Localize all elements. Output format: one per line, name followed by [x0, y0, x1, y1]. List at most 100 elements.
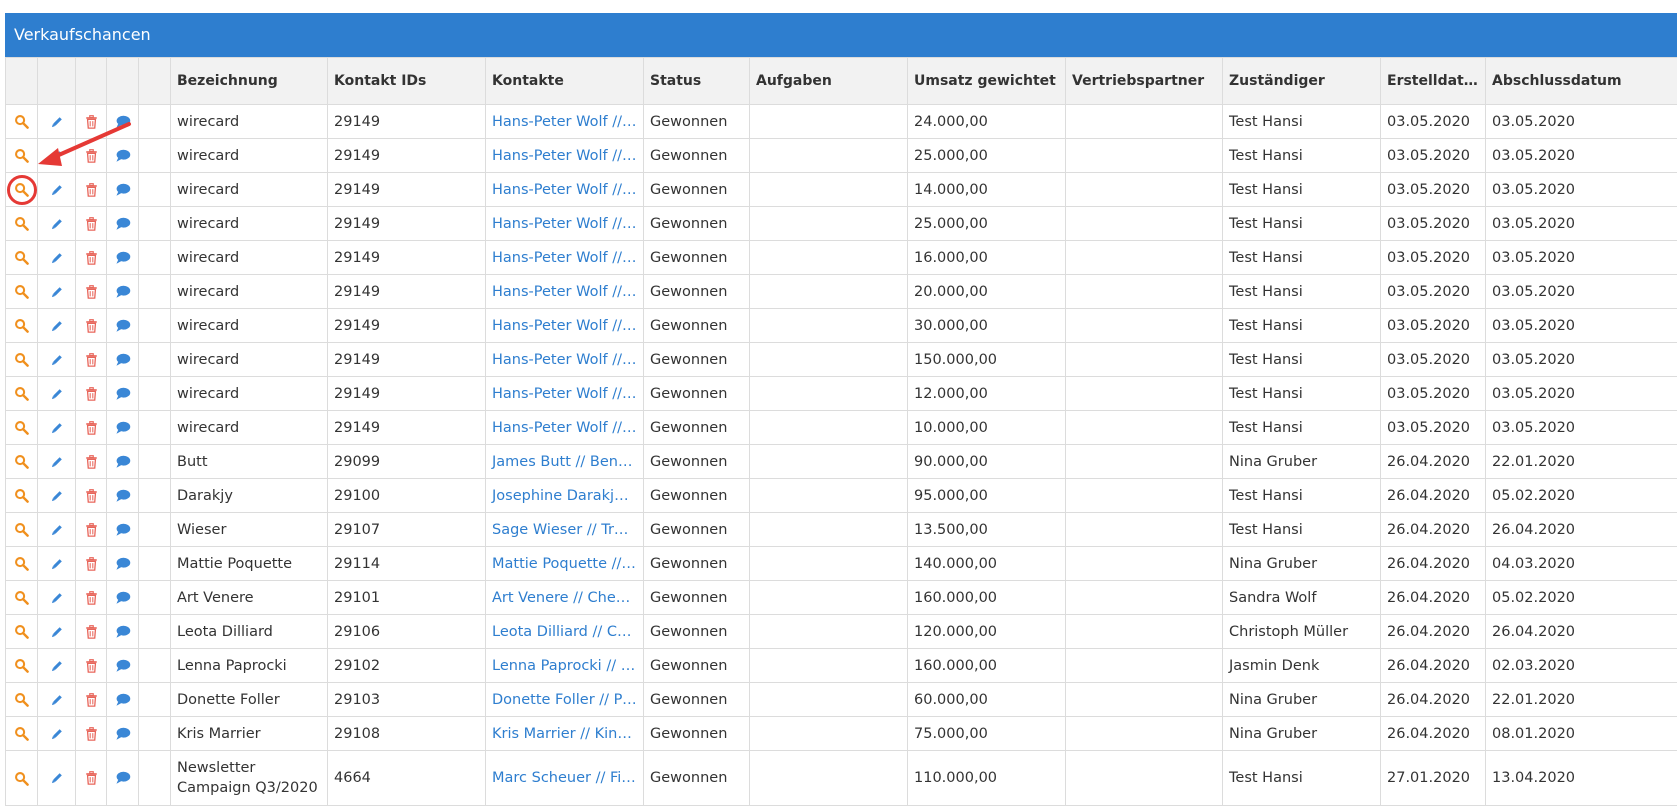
- speech-bubble-icon[interactable]: [115, 625, 131, 639]
- contacts-link[interactable]: Hans-Peter Wolf // Firma: [485, 308, 644, 343]
- view-button[interactable]: [5, 444, 38, 479]
- speech-bubble-icon[interactable]: [115, 353, 131, 367]
- comment-button[interactable]: [106, 240, 139, 275]
- contacts-link[interactable]: Donette Foller // Printing: [485, 682, 644, 717]
- view-button[interactable]: [5, 580, 38, 615]
- speech-bubble-icon[interactable]: [115, 149, 131, 163]
- edit-button[interactable]: [37, 750, 76, 806]
- trash-icon[interactable]: [85, 216, 98, 231]
- pencil-icon[interactable]: [50, 557, 64, 571]
- delete-button[interactable]: [75, 342, 107, 377]
- edit-button[interactable]: [37, 274, 76, 309]
- pencil-icon[interactable]: [50, 489, 64, 503]
- speech-bubble-icon[interactable]: [115, 455, 131, 469]
- contacts-link[interactable]: Hans-Peter Wolf // Firma: [485, 138, 644, 173]
- contacts-link[interactable]: Hans-Peter Wolf // Firma: [485, 104, 644, 139]
- contacts-link[interactable]: Hans-Peter Wolf // Firma: [485, 172, 644, 207]
- edit-button[interactable]: [37, 308, 76, 343]
- edit-button[interactable]: [37, 104, 76, 139]
- comment-button[interactable]: [106, 648, 139, 683]
- pencil-icon[interactable]: [50, 771, 64, 785]
- magnifier-icon[interactable]: [14, 386, 29, 401]
- pencil-icon[interactable]: [50, 659, 64, 673]
- delete-button[interactable]: [75, 274, 107, 309]
- magnifier-icon[interactable]: [14, 522, 29, 537]
- view-button[interactable]: [5, 376, 38, 411]
- delete-button[interactable]: [75, 206, 107, 241]
- contacts-link[interactable]: Hans-Peter Wolf // Firma: [485, 274, 644, 309]
- trash-icon[interactable]: [85, 692, 98, 707]
- view-button[interactable]: [5, 274, 38, 309]
- pencil-icon[interactable]: [50, 625, 64, 639]
- comment-button[interactable]: [106, 750, 139, 806]
- delete-button[interactable]: [75, 240, 107, 275]
- speech-bubble-icon[interactable]: [115, 387, 131, 401]
- pencil-icon[interactable]: [50, 251, 64, 265]
- magnifier-icon[interactable]: [14, 250, 29, 265]
- trash-icon[interactable]: [85, 590, 98, 605]
- pencil-icon[interactable]: [50, 149, 64, 163]
- delete-button[interactable]: [75, 444, 107, 479]
- view-button[interactable]: [5, 682, 38, 717]
- contacts-link[interactable]: Josephine Darakjy // Chanay: [485, 478, 644, 513]
- trash-icon[interactable]: [85, 556, 98, 571]
- column-header[interactable]: Zuständiger: [1222, 57, 1381, 105]
- view-button[interactable]: [5, 750, 38, 806]
- column-header[interactable]: Kontakte: [485, 57, 644, 105]
- speech-bubble-icon[interactable]: [115, 659, 131, 673]
- view-button[interactable]: [5, 206, 38, 241]
- delete-button[interactable]: [75, 750, 107, 806]
- delete-button[interactable]: [75, 104, 107, 139]
- column-header[interactable]: Abschlussdatum: [1485, 57, 1677, 105]
- trash-icon[interactable]: [85, 771, 98, 785]
- delete-button[interactable]: [75, 308, 107, 343]
- comment-button[interactable]: [106, 342, 139, 377]
- view-button[interactable]: [5, 410, 38, 445]
- contacts-link[interactable]: Hans-Peter Wolf // Firma: [485, 342, 644, 377]
- contacts-link[interactable]: Sage Wieser // Truhlar And: [485, 512, 644, 547]
- trash-icon[interactable]: [85, 454, 98, 469]
- delete-button[interactable]: [75, 580, 107, 615]
- edit-button[interactable]: [37, 512, 76, 547]
- comment-button[interactable]: [106, 376, 139, 411]
- column-header[interactable]: Kontakt IDs: [327, 57, 486, 105]
- trash-icon[interactable]: [85, 148, 98, 163]
- view-button[interactable]: [5, 308, 38, 343]
- trash-icon[interactable]: [85, 658, 98, 673]
- contacts-link[interactable]: Mattie Poquette // Century: [485, 546, 644, 581]
- view-button[interactable]: [5, 172, 38, 207]
- comment-button[interactable]: [106, 274, 139, 309]
- speech-bubble-icon[interactable]: [115, 251, 131, 265]
- edit-button[interactable]: [37, 172, 76, 207]
- view-button[interactable]: [5, 138, 38, 173]
- edit-button[interactable]: [37, 580, 76, 615]
- delete-button[interactable]: [75, 716, 107, 751]
- comment-button[interactable]: [106, 580, 139, 615]
- view-button[interactable]: [5, 512, 38, 547]
- speech-bubble-icon[interactable]: [115, 727, 131, 741]
- trash-icon[interactable]: [85, 420, 98, 435]
- edit-button[interactable]: [37, 206, 76, 241]
- magnifier-icon[interactable]: [14, 352, 29, 367]
- edit-button[interactable]: [37, 342, 76, 377]
- contacts-link[interactable]: Hans-Peter Wolf // Firma: [485, 376, 644, 411]
- edit-button[interactable]: [37, 240, 76, 275]
- view-button[interactable]: [5, 546, 38, 581]
- magnifier-icon[interactable]: [14, 624, 29, 639]
- speech-bubble-icon[interactable]: [115, 285, 131, 299]
- edit-button[interactable]: [37, 682, 76, 717]
- delete-button[interactable]: [75, 138, 107, 173]
- comment-button[interactable]: [106, 308, 139, 343]
- delete-button[interactable]: [75, 478, 107, 513]
- trash-icon[interactable]: [85, 318, 98, 333]
- magnifier-icon[interactable]: [14, 420, 29, 435]
- pencil-icon[interactable]: [50, 387, 64, 401]
- delete-button[interactable]: [75, 546, 107, 581]
- pencil-icon[interactable]: [50, 455, 64, 469]
- delete-button[interactable]: [75, 376, 107, 411]
- view-button[interactable]: [5, 716, 38, 751]
- view-button[interactable]: [5, 342, 38, 377]
- view-button[interactable]: [5, 648, 38, 683]
- speech-bubble-icon[interactable]: [115, 421, 131, 435]
- delete-button[interactable]: [75, 410, 107, 445]
